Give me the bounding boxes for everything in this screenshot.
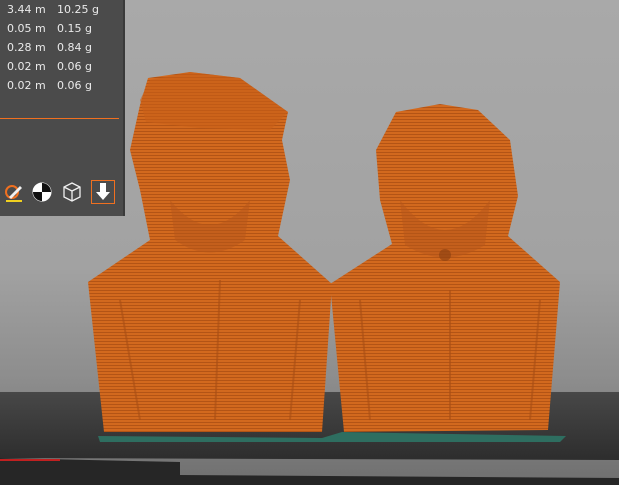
export-button[interactable]	[91, 180, 115, 204]
filament-length: 0.02 m	[7, 79, 46, 92]
bed-front-edge	[0, 458, 619, 485]
panel-edge	[123, 0, 125, 216]
wireframe-cube-icon	[63, 182, 81, 202]
filament-weight: 0.06 g	[57, 79, 92, 92]
filament-weight: 0.84 g	[57, 41, 92, 54]
layer-edit-icon	[5, 185, 22, 202]
filament-length: 3.44 m	[7, 3, 46, 16]
panel-divider	[0, 118, 119, 119]
filament-length: 0.28 m	[7, 41, 46, 54]
layer-edit-button[interactable]	[2, 180, 26, 204]
filament-length: 0.05 m	[7, 22, 46, 35]
filament-weight: 10.25 g	[57, 3, 99, 16]
export-download-icon	[96, 183, 110, 200]
view-toolbar	[0, 178, 123, 206]
filament-weight: 0.06 g	[57, 60, 92, 73]
bust-model-right	[330, 104, 560, 432]
print-stats-panel: 3.44 m 10.25 g 0.05 m 0.15 g 0.28 m 0.84…	[0, 0, 123, 216]
wireframe-view-button[interactable]	[60, 180, 84, 204]
center-of-mass-icon	[32, 182, 52, 202]
filament-weight: 0.15 g	[57, 22, 92, 35]
filament-length: 0.02 m	[7, 60, 46, 73]
center-of-mass-button[interactable]	[30, 180, 54, 204]
